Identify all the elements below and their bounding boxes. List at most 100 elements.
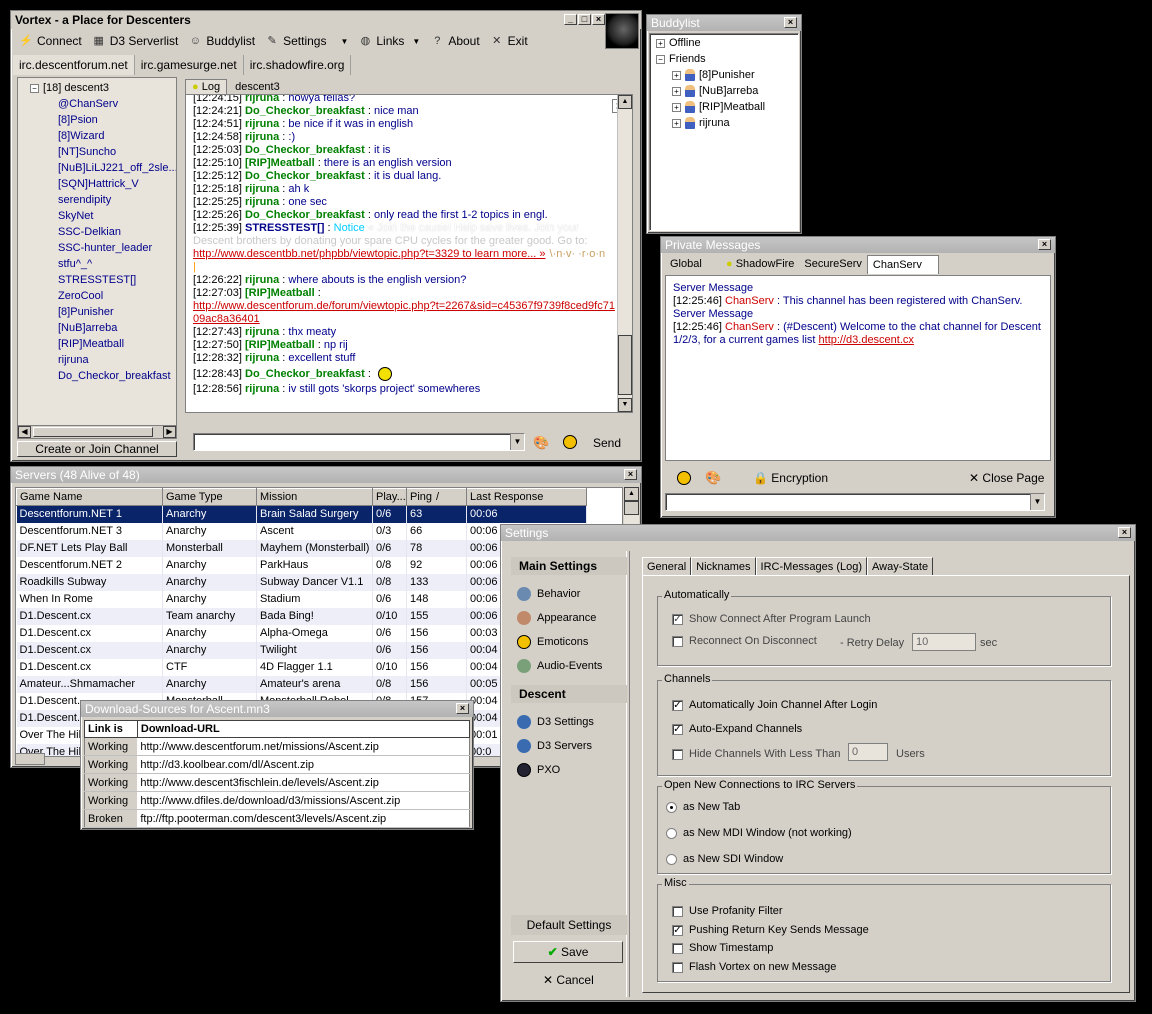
- user-item[interactable]: [RIP]Meatball: [18, 336, 176, 352]
- nav-emoticons[interactable]: Emoticons: [517, 635, 588, 649]
- maximize-button[interactable]: □: [578, 14, 591, 25]
- show-connect-checkbox[interactable]: ✓ Show Connect After Program Launch: [672, 613, 871, 625]
- download-url[interactable]: http://www.dfiles.de/download/d3/mission…: [137, 791, 470, 810]
- encryption-button[interactable]: 🔒 Encryption: [753, 471, 828, 485]
- channel-root[interactable]: − [18] descent3: [18, 80, 176, 96]
- serverlist-button[interactable]: ▦ D3 Serverlist: [88, 31, 185, 51]
- user-item[interactable]: stfu^_^: [18, 256, 176, 272]
- col-link-is[interactable]: Link is: [84, 720, 138, 738]
- pm-nick[interactable]: ChanServ: [725, 321, 774, 333]
- chat-nick[interactable]: Do_Checkor_breakfast: [245, 105, 365, 117]
- hide-channels-input[interactable]: 0: [848, 743, 888, 761]
- nav-d3-settings[interactable]: D3 Settings: [517, 715, 594, 729]
- download-url[interactable]: http://www.descent3fischlein.de/levels/A…: [137, 773, 470, 792]
- chat-nick[interactable]: rijruna: [245, 131, 279, 143]
- col-download-url[interactable]: Download-URL: [136, 720, 471, 738]
- servers-hscrollbar[interactable]: [15, 753, 45, 765]
- scroll-thumb[interactable]: [618, 335, 632, 395]
- input-dropdown-icon[interactable]: ▼: [1030, 494, 1044, 510]
- user-item[interactable]: STRESSTEST[]: [18, 272, 176, 288]
- nav-d3-servers[interactable]: D3 Servers: [517, 739, 592, 753]
- close-button[interactable]: ×: [1118, 527, 1131, 538]
- chat-nick[interactable]: [RIP]Meatball: [245, 157, 315, 169]
- table-row[interactable]: Working http://d3.koolbear.com/dl/Ascent.…: [84, 755, 470, 774]
- tab-nicknames[interactable]: Nicknames: [691, 557, 756, 576]
- chat-link[interactable]: http://www.descentforum.de/forum/viewtop…: [186, 300, 632, 313]
- chat-nick[interactable]: Do_Checkor_breakfast: [245, 170, 365, 182]
- tab-away-state[interactable]: Away-State: [867, 557, 934, 576]
- table-row[interactable]: Working http://www.descent3fischlein.de/l…: [84, 773, 470, 792]
- as-new-sdi-radio[interactable]: as New SDI Window: [666, 853, 783, 865]
- column-header[interactable]: Mission: [256, 488, 373, 506]
- tab-server-shadowfire[interactable]: irc.shadowfire.org: [244, 55, 352, 75]
- tab-chanserv[interactable]: ChanServ: [866, 255, 939, 274]
- table-row[interactable]: Descentforum.NET 1 Anarchy Brain Salad Sur…: [16, 505, 587, 523]
- scroll-up-icon[interactable]: ▲: [618, 95, 632, 109]
- group-offline[interactable]: + Offline: [656, 37, 701, 49]
- message-input[interactable]: ▼: [193, 433, 525, 451]
- chat-nick[interactable]: rijruna: [245, 183, 279, 195]
- close-button[interactable]: ×: [1038, 239, 1051, 250]
- user-item[interactable]: [NuB]arreba: [18, 320, 176, 336]
- table-row[interactable]: Working http://www.descentforum.net/missi…: [84, 737, 470, 756]
- scroll-down-icon[interactable]: ▼: [618, 398, 632, 412]
- tab-shadowfire[interactable]: ● ShadowFire: [721, 255, 799, 274]
- chat-nick[interactable]: Do_Checkor_breakfast: [245, 209, 365, 221]
- connect-button[interactable]: ⚡ Connect: [15, 31, 88, 51]
- user-item[interactable]: rijruna: [18, 352, 176, 368]
- column-header[interactable]: Game Type: [162, 488, 257, 506]
- notice-link[interactable]: http://www.descentbb.net/phpbb/viewtopic…: [193, 248, 546, 260]
- send-button[interactable]: Send: [593, 436, 621, 450]
- user-item[interactable]: SSC-Delkian: [18, 224, 176, 240]
- column-header[interactable]: Last Response: [466, 488, 587, 506]
- user-item[interactable]: ZeroCool: [18, 288, 176, 304]
- smiley-icon[interactable]: [677, 471, 691, 485]
- chat-link-cont[interactable]: 09ac8a36401: [186, 313, 632, 326]
- as-new-tab-radio[interactable]: as New Tab: [666, 801, 740, 813]
- exit-button[interactable]: ✕ Exit: [486, 31, 534, 51]
- chat-nick[interactable]: STRESSTEST[]: [245, 222, 324, 234]
- buddylist-button[interactable]: ☺ Buddylist: [184, 31, 261, 51]
- about-button[interactable]: ? About: [426, 31, 485, 51]
- buddy-item[interactable]: + rijruna: [672, 117, 730, 130]
- close-button[interactable]: ×: [456, 703, 469, 714]
- tab-general[interactable]: General: [642, 557, 692, 576]
- palette-icon[interactable]: 🎨: [533, 435, 549, 451]
- chat-nick[interactable]: [RIP]Meatball: [245, 339, 315, 351]
- user-item[interactable]: serendipity: [18, 192, 176, 208]
- tab-global[interactable]: Global: [665, 255, 721, 274]
- nav-behavior[interactable]: Behavior: [517, 587, 580, 601]
- tab-server-gamesurge[interactable]: irc.gamesurge.net: [135, 55, 244, 75]
- chat-nick[interactable]: rijruna: [245, 95, 279, 104]
- settings-button[interactable]: ✎ Settings ▼: [261, 31, 354, 51]
- chat-vscrollbar[interactable]: ▲ ▼: [617, 95, 632, 412]
- chat-nick[interactable]: rijruna: [245, 274, 279, 286]
- download-url[interactable]: http://www.descentforum.net/missions/Asc…: [137, 737, 470, 756]
- chat-nick[interactable]: rijruna: [245, 196, 279, 208]
- user-item[interactable]: SSC-hunter_leader: [18, 240, 176, 256]
- user-item[interactable]: [8]Wizard: [18, 128, 176, 144]
- scroll-left-icon[interactable]: ◀: [18, 426, 31, 438]
- minimize-button[interactable]: _: [564, 14, 577, 25]
- auto-join-checkbox[interactable]: ✓ Automatically Join Channel After Login: [672, 699, 877, 711]
- column-header[interactable]: Play...: [372, 488, 407, 506]
- chat-nick[interactable]: Do_Checkor_breakfast: [245, 368, 365, 380]
- save-button[interactable]: ✔ Save: [513, 941, 623, 963]
- nav-appearance[interactable]: Appearance: [517, 611, 596, 625]
- chat-nick[interactable]: rijruna: [245, 118, 279, 130]
- column-header[interactable]: Game Name: [16, 488, 163, 506]
- chat-nick[interactable]: [RIP]Meatball: [245, 287, 315, 299]
- scroll-up-icon[interactable]: ▲: [624, 487, 639, 501]
- close-button[interactable]: ×: [592, 14, 605, 25]
- pm-nick[interactable]: ChanServ: [725, 295, 774, 307]
- user-item[interactable]: [8]Psion: [18, 112, 176, 128]
- chat-nick[interactable]: Do_Checkor_breakfast: [245, 144, 365, 156]
- close-page-button[interactable]: ✕ Close Page: [969, 471, 1044, 485]
- links-button[interactable]: ◍ Links ▼: [354, 31, 426, 51]
- pm-input[interactable]: ▼: [665, 493, 1045, 511]
- hide-channels-checkbox[interactable]: Hide Channels With Less Than: [672, 748, 840, 760]
- user-item[interactable]: SkyNet: [18, 208, 176, 224]
- reconnect-checkbox[interactable]: Reconnect On Disconnect: [672, 635, 817, 647]
- nav-pxo[interactable]: PXO: [517, 763, 560, 777]
- auto-expand-checkbox[interactable]: ✓ Auto-Expand Channels: [672, 723, 802, 735]
